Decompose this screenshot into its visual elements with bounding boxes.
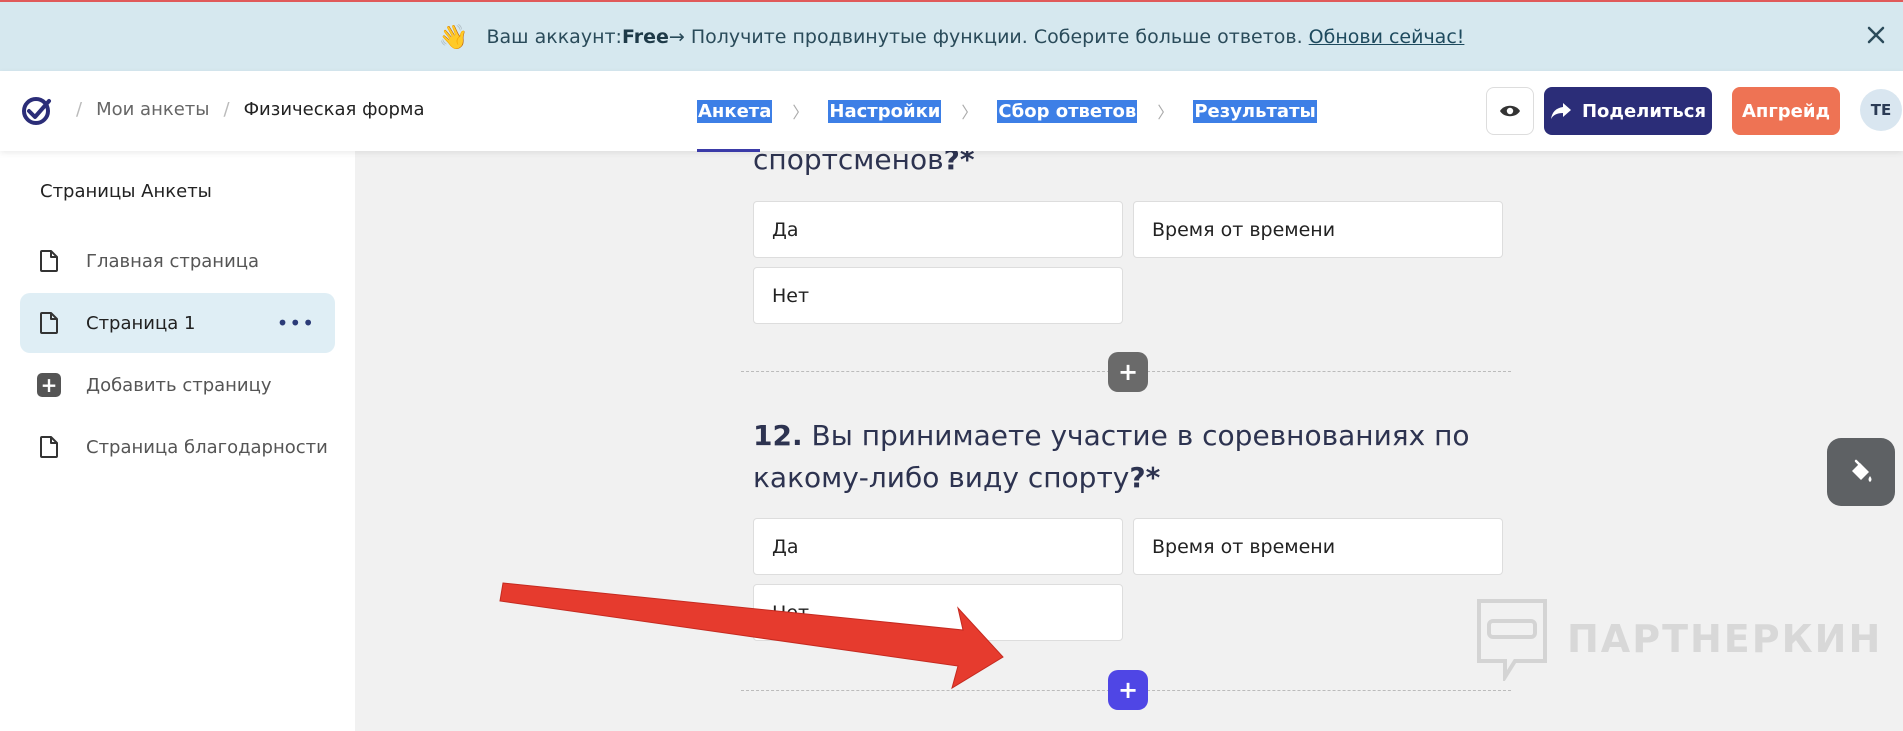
eye-icon <box>1500 105 1520 117</box>
theme-button[interactable] <box>1827 438 1895 506</box>
survey-canvas: спортсменов?* Да Время от времени Нет + … <box>355 143 1903 731</box>
breadcrumb-separator: / <box>76 99 83 120</box>
tab-results[interactable]: Результаты <box>1193 99 1317 123</box>
share-arrow-icon <box>1550 103 1571 119</box>
question-12-text: 12. Вы принимаете участие в соревнования… <box>753 415 1470 499</box>
banner-plan: Free <box>621 25 669 48</box>
step-nav: Анкета 〉 Настройки 〉 Сбор ответов 〉 Резу… <box>697 99 1317 152</box>
answer-option[interactable]: Время от времени <box>1133 518 1503 575</box>
sidebar-item-label: Главная страница <box>86 250 260 272</box>
breadcrumb-current: Физическая форма <box>243 99 425 120</box>
sidebar-item-label: Страница благодарности <box>86 436 328 458</box>
add-question-button[interactable]: + <box>1108 670 1148 710</box>
sidebar-item-page-1[interactable]: Страница 1 ••• <box>20 293 335 353</box>
answer-option[interactable]: Нет <box>753 267 1123 324</box>
page-icon <box>36 434 62 460</box>
tab-collect[interactable]: Сбор ответов <box>997 99 1138 123</box>
question-number: 12. <box>753 419 803 452</box>
logo-icon[interactable] <box>20 95 52 127</box>
banner-prefix: Ваш аккаунт: <box>486 25 622 48</box>
sidebar-item-add-page[interactable]: + Добавить страницу <box>20 355 335 415</box>
banner-text: → Получите продвинутые функции. Соберите… <box>668 25 1303 48</box>
sidebar-item-label: Страница 1 <box>86 312 196 334</box>
watermark-logo-icon <box>1477 599 1547 681</box>
question-text: какому-либо виду спорту <box>753 461 1130 494</box>
paint-bucket-icon <box>1852 459 1872 482</box>
watermark-text: ПАРТНЕРКИН <box>1567 617 1883 661</box>
required-mark: ?* <box>1129 461 1161 494</box>
close-icon[interactable] <box>1863 22 1889 48</box>
answer-option[interactable]: Время от времени <box>1133 201 1503 258</box>
add-question-button[interactable]: + <box>1108 352 1148 392</box>
page-icon <box>36 248 62 274</box>
breadcrumb-separator: / <box>223 99 230 120</box>
sidebar-title: Страницы Анкеты <box>40 181 212 202</box>
top-header: / Мои анкеты / Физическая форма Анкета 〉… <box>0 71 1903 152</box>
sidebar: Страницы Анкеты Главная страница Страниц… <box>0 151 355 731</box>
breadcrumb: / Мои анкеты / Физическая форма <box>62 99 425 120</box>
tab-settings[interactable]: Настройки <box>828 99 942 123</box>
sidebar-item-label: Добавить страницу <box>86 374 272 396</box>
chevron-right-icon: 〉 <box>961 103 978 122</box>
add-icon: + <box>36 372 62 398</box>
banner-upgrade-link[interactable]: Обнови сейчас! <box>1309 26 1465 48</box>
upgrade-banner: 👋 Ваш аккаунт: Free → Получите продвинут… <box>0 0 1903 71</box>
active-tab-indicator <box>697 149 760 152</box>
answer-option[interactable]: Нет <box>753 584 1123 641</box>
share-label: Поделиться <box>1581 100 1706 122</box>
sidebar-item-thank-you[interactable]: Страница благодарности <box>20 417 335 477</box>
watermark: ПАРТНЕРКИН <box>1475 597 1882 681</box>
tab-survey[interactable]: Анкета <box>697 99 773 123</box>
preview-button[interactable] <box>1486 87 1534 135</box>
answer-option[interactable]: Да <box>753 518 1123 575</box>
breadcrumb-my-surveys[interactable]: Мои анкеты <box>96 99 209 120</box>
answer-option[interactable]: Да <box>753 201 1123 258</box>
chevron-right-icon: 〉 <box>1157 103 1174 122</box>
upgrade-button[interactable]: Апгрейд <box>1732 87 1840 135</box>
waving-hand-icon: 👋 <box>438 22 469 51</box>
more-options-icon[interactable]: ••• <box>277 311 315 335</box>
sidebar-item-home[interactable]: Главная страница <box>20 231 335 291</box>
page-icon <box>36 310 62 336</box>
share-button[interactable]: Поделиться <box>1544 87 1712 135</box>
avatar[interactable]: TE <box>1860 89 1902 131</box>
question-text: Вы принимаете участие в соревнованиях по <box>802 419 1470 452</box>
chevron-right-icon: 〉 <box>792 103 809 122</box>
